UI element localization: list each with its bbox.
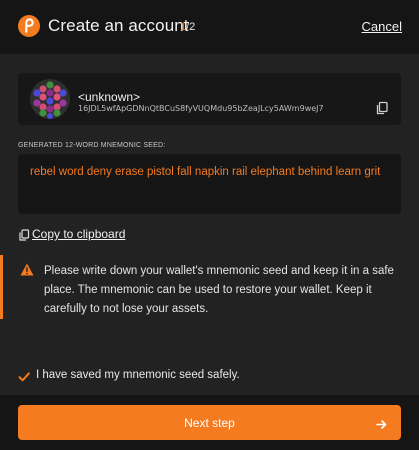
next-step-button[interactable]: Next step — [18, 405, 401, 440]
copy-icon — [18, 228, 30, 241]
identicon-avatar — [30, 79, 70, 119]
account-name: <unknown> — [78, 90, 141, 104]
seed-box: rebel word deny erase pistol fall napkin… — [18, 154, 401, 214]
header: Create an account 1/2 Cancel — [0, 0, 419, 54]
cancel-link[interactable]: Cancel — [362, 19, 402, 34]
step-total: /2 — [186, 21, 196, 33]
polkadot-logo-icon — [18, 15, 40, 37]
checkbox-checked-icon[interactable] — [18, 370, 30, 382]
warning-triangle-icon — [20, 263, 34, 276]
account-card: <unknown> 16JDL5wfApGDNnQtBCuS8fyVUQMdu9… — [18, 73, 401, 125]
next-step-label: Next step — [184, 416, 235, 430]
arrow-right-icon — [376, 417, 387, 429]
warning-notice: Please write down your wallet's mnemonic… — [0, 255, 419, 319]
warning-text: Please write down your wallet's mnemonic… — [44, 265, 394, 315]
step-indicator: 1/2 — [180, 21, 195, 33]
account-address: 16JDL5wfApGDNnQtBCuS8fyVUQMdu95bZeaJLcy5… — [78, 104, 324, 113]
copy-to-clipboard-label: Copy to clipboard — [32, 227, 126, 241]
mnemonic-seed-text: rebel word deny erase pistol fall napkin… — [30, 166, 381, 178]
copy-icon[interactable] — [375, 101, 389, 115]
page-title: Create an account — [48, 16, 189, 35]
seed-label: GENERATED 12-WORD MNEMONIC SEED: — [18, 142, 166, 149]
footer-bar: Next step — [0, 395, 419, 450]
saved-seed-label: I have saved my mnemonic seed safely. — [36, 369, 240, 381]
